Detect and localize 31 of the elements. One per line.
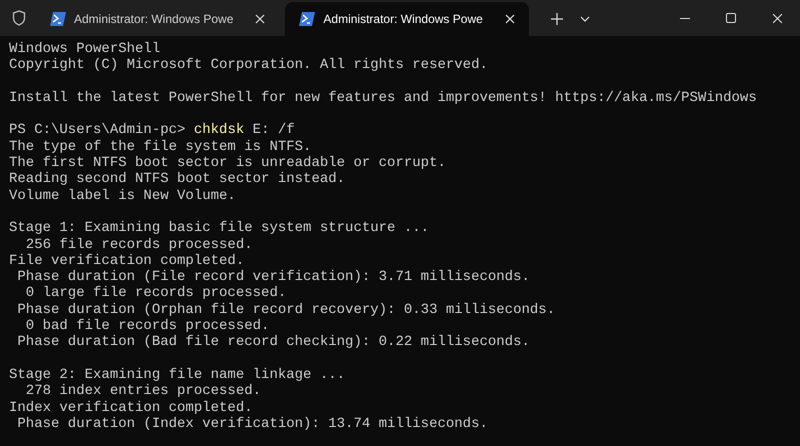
output-line: Phase duration (Orphan file record recovery): 0.33 milliseconds. — [16, 302, 556, 318]
output-line: 256 file records processed. — [24, 236, 253, 253]
output-line: Phase duration (Bad file record checking): 0.22 milliseconds. — [16, 334, 530, 350]
output-line: 0 large file records processed. — [24, 285, 286, 302]
output-line: Windows PowerShell — [9, 41, 160, 57]
maximize-icon[interactable] — [726, 13, 736, 23]
dropdown-chevron-icon[interactable] — [580, 16, 590, 22]
output-line: Index verification completed. — [9, 400, 253, 416]
tab[interactable]: Administrator: Windows Powe — [36, 2, 280, 36]
tab[interactable]: Administrator: Windows Powe — [285, 2, 529, 36]
powershell-icon — [299, 12, 316, 26]
new-tab-plus-icon[interactable] — [550, 13, 563, 25]
output-line: Phase duration (Index verification): 13.74 milliseconds. — [16, 416, 488, 432]
output-line: 278 index entries processed. — [24, 383, 262, 400]
output-line: The type of the file system is NTFS. — [9, 138, 312, 155]
output-line: Reading second NTFS boot sector instead. — [9, 171, 346, 188]
output-line: The first NTFS boot sector is unreadable or corrupt. — [9, 155, 446, 172]
command-text: chkdsk — [194, 122, 244, 138]
output-line: Volume label is New Volume. — [9, 188, 236, 204]
output-line: File verification completed. — [9, 252, 244, 269]
output-line: Stage 1: Examining basic file system structure ... — [9, 220, 430, 236]
output-line: Phase duration (File record verification): 3.71 milliseconds. — [16, 269, 530, 286]
close-window-icon[interactable] — [772, 12, 782, 24]
powershell-icon — [50, 12, 66, 26]
output-line: Copyright (C) Microsoft Corporation. All rights reserved. — [9, 57, 488, 74]
command-arguments: E: /f — [252, 122, 295, 138]
shield-icon — [12, 10, 26, 26]
output-line: Stage 2: Examining file name linkage ... — [9, 366, 346, 383]
output-line: Install the latest PowerShell for new features and improvements! https://aka.ms/PSWindows — [9, 90, 757, 106]
output-line: 0 bad file records processed. — [24, 318, 270, 334]
prompt-text: PS C:\Users\Admin-pc> — [9, 122, 186, 138]
